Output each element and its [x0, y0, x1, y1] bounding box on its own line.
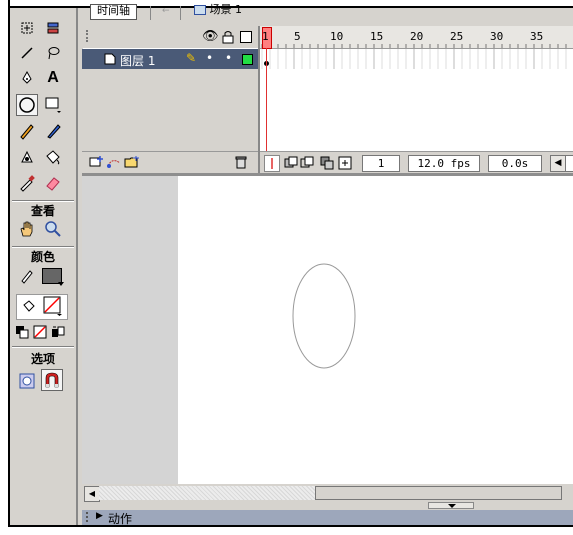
no-color-icon[interactable]: [32, 321, 48, 343]
selection-arrow-icon[interactable]: [16, 17, 38, 39]
current-frame-field[interactable]: 1: [362, 155, 400, 172]
eyedropper-icon[interactable]: [16, 172, 38, 194]
expand-triangle-icon[interactable]: ▶: [96, 511, 103, 521]
scroll-left-arrow-icon[interactable]: ◀: [84, 486, 100, 502]
actions-panel-header[interactable]: ▶ 动作: [82, 510, 573, 526]
show-hide-eye-icon[interactable]: 👁: [202, 29, 219, 44]
actions-panel-grip[interactable]: [82, 502, 573, 510]
view-section-label: 查看: [30, 204, 55, 218]
insert-folder-icon[interactable]: [124, 155, 140, 172]
options-section-label: 选项: [30, 352, 55, 366]
onion-skin-icon[interactable]: [284, 156, 298, 173]
scene-icon: [194, 5, 206, 15]
delete-layer-icon[interactable]: [234, 155, 248, 172]
pen-tool-icon[interactable]: [16, 67, 38, 89]
tab-divider: [180, 6, 181, 20]
ruler-label: 20: [410, 30, 424, 43]
tab-timeline-label: 时间轴: [97, 4, 130, 17]
stroke-color-pencil-icon: [16, 265, 38, 287]
lock-dot-icon[interactable]: •: [225, 51, 232, 65]
default-colors-icon[interactable]: [14, 321, 30, 343]
subselect-icon[interactable]: [42, 17, 64, 39]
elapsed-time-field[interactable]: 0.0s: [488, 155, 542, 172]
layer-footer: [82, 151, 258, 174]
timeline-hscroll-track[interactable]: [565, 155, 573, 172]
stage-drawing: [292, 263, 356, 369]
ruler-label: 10: [330, 30, 344, 43]
magnifier-icon[interactable]: [42, 218, 64, 240]
rectangle-tool-icon[interactable]: [42, 94, 64, 116]
frame-row[interactable]: [260, 49, 573, 69]
scroll-track[interactable]: [99, 486, 315, 500]
layer-header: 👁: [82, 26, 258, 48]
scroll-thumb[interactable]: [315, 486, 562, 500]
snap-magnet-icon[interactable]: [41, 369, 63, 391]
edit-pencil-icon: ✎: [186, 51, 197, 65]
text-tool-icon[interactable]: A: [42, 67, 64, 89]
scene-breadcrumb[interactable]: 场景 1: [194, 4, 242, 18]
modify-onion-markers-icon[interactable]: [338, 156, 352, 173]
ink-bottle-icon[interactable]: [16, 146, 38, 168]
stroke-color-swatch[interactable]: [40, 265, 64, 287]
object-drawing-icon[interactable]: [16, 370, 38, 392]
center-frame-icon[interactable]: [264, 155, 280, 172]
ruler-label: 15: [370, 30, 384, 43]
layer-name[interactable]: 图层 1: [120, 52, 155, 69]
stage-canvas[interactable]: [178, 176, 573, 484]
swap-colors-icon[interactable]: [50, 321, 66, 343]
layer-row[interactable]: 图层 1 ✎ • •: [82, 49, 258, 69]
layer-list-empty: [82, 69, 258, 151]
tab-timeline[interactable]: 时间轴: [90, 4, 137, 20]
eraser-icon[interactable]: [42, 172, 64, 194]
frame-rate-field[interactable]: 12.0 fps: [408, 155, 480, 172]
lock-icon[interactable]: [222, 30, 234, 47]
toolbox-divider: [12, 346, 74, 348]
tab-bar: 时间轴 ← 场景 1: [82, 4, 573, 26]
frame-cells: [261, 49, 567, 69]
ruler-label: 35: [530, 30, 544, 43]
paint-bucket-icon[interactable]: [42, 146, 64, 168]
scroll-left-button[interactable]: ◀: [550, 155, 566, 172]
oval-tool-icon[interactable]: [16, 94, 38, 116]
tab-divider: [150, 6, 151, 20]
fill-bucket-icon: [18, 295, 40, 317]
toolbox-panel: A 查看 颜色 选项: [10, 8, 77, 525]
ruler-label: 5: [294, 30, 301, 43]
ruler-label: 25: [450, 30, 464, 43]
outline-color-icon[interactable]: [242, 54, 253, 65]
lasso-tool-icon[interactable]: [42, 42, 64, 64]
window-border-bottom: [8, 525, 573, 527]
timeline-footer: 1 12.0 fps 0.0s ◀: [260, 151, 573, 174]
stage-hscrollbar[interactable]: ◀: [82, 484, 573, 502]
actions-panel-title: 动作: [108, 512, 133, 526]
oval-shape[interactable]: [292, 263, 356, 369]
playhead-line: [266, 48, 267, 152]
pencil-tool-icon[interactable]: [16, 120, 38, 142]
collapse-arrow-icon: [448, 504, 456, 508]
visibility-dot-icon[interactable]: •: [206, 51, 213, 65]
ruler-label: 30: [490, 30, 504, 43]
insert-layer-icon[interactable]: [88, 155, 104, 172]
brush-tool-icon[interactable]: [42, 120, 64, 142]
fill-color-swatch[interactable]: [42, 295, 64, 317]
outline-square-icon[interactable]: [240, 31, 252, 43]
hand-tool-icon[interactable]: [16, 218, 38, 240]
panel-grip-icon[interactable]: [86, 512, 91, 522]
back-arrow-icon[interactable]: ←: [162, 6, 174, 16]
panel-grip-icon[interactable]: [86, 30, 92, 42]
layer-page-icon: [104, 53, 116, 68]
collapse-handle[interactable]: [428, 502, 474, 509]
scene-label: 场景 1: [209, 3, 243, 16]
timeline-empty-area: [260, 69, 573, 151]
line-tool-icon[interactable]: [16, 42, 38, 64]
ruler-label: 1: [262, 30, 269, 43]
colors-section-label: 颜色: [30, 250, 55, 264]
edit-multiple-frames-icon[interactable]: [320, 156, 334, 173]
add-motion-guide-icon[interactable]: [106, 155, 122, 172]
onion-skin-outlines-icon[interactable]: [300, 156, 314, 173]
frame-ruler[interactable]: 1 5 10 15 20 25 30 35: [260, 26, 573, 49]
